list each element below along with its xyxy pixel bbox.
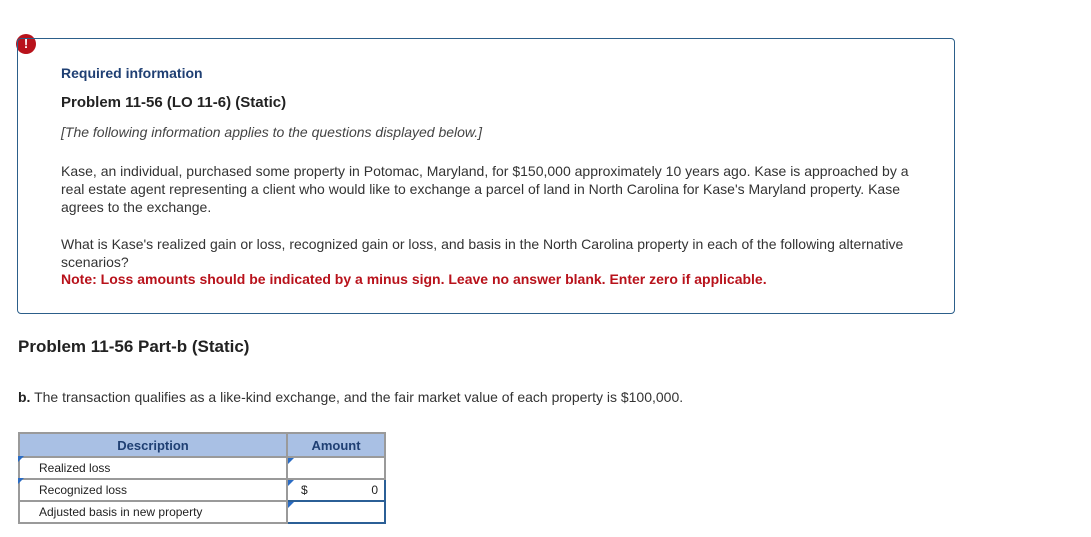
required-information-label: Required information <box>61 65 203 81</box>
adjusted-basis-input[interactable] <box>286 500 386 524</box>
input-marker-icon <box>288 480 294 486</box>
part-question-text: The transaction qualifies as a like-kind… <box>30 389 684 405</box>
row-label-recognized-loss: Recognized loss <box>18 478 288 502</box>
question-paragraph: What is Kase's realized gain or loss, re… <box>61 236 904 270</box>
applies-note: [The following information applies to th… <box>61 124 483 140</box>
realized-loss-input[interactable] <box>286 456 386 480</box>
part-question: b. The transaction qualifies as a like-k… <box>18 389 683 405</box>
required-information-box: Required information Problem 11-56 (LO 1… <box>17 38 955 314</box>
table-row: Adjusted basis in new property <box>18 500 386 524</box>
recognized-loss-input[interactable]: $ 0 <box>286 478 386 502</box>
part-question-letter: b. <box>18 389 31 405</box>
description-header: Description <box>18 432 288 458</box>
table-row: Recognized loss $ 0 <box>18 478 386 502</box>
amount-value: 0 <box>371 483 378 497</box>
answer-note: Note: Loss amounts should be indicated b… <box>61 271 767 287</box>
currency-symbol: $ <box>301 483 308 497</box>
row-label-text: Realized loss <box>39 461 111 475</box>
answer-table: Description Amount Realized loss Recogni… <box>18 432 386 524</box>
part-title: Problem 11-56 Part-b (Static) <box>18 337 250 356</box>
row-label-realized-loss: Realized loss <box>18 456 288 480</box>
row-label-text: Adjusted basis in new property <box>39 505 203 519</box>
input-marker-icon <box>288 502 294 508</box>
row-label-text: Recognized loss <box>39 483 128 497</box>
table-row: Realized loss <box>18 456 386 480</box>
scenario-paragraph: Kase, an individual, purchased some prop… <box>61 163 909 215</box>
amount-header: Amount <box>286 432 386 458</box>
row-marker-icon <box>18 456 24 462</box>
input-marker-icon <box>288 458 294 464</box>
row-label-adjusted-basis: Adjusted basis in new property <box>18 500 288 524</box>
row-marker-icon <box>18 478 24 484</box>
problem-title: Problem 11-56 (LO 11-6) (Static) <box>61 94 287 111</box>
